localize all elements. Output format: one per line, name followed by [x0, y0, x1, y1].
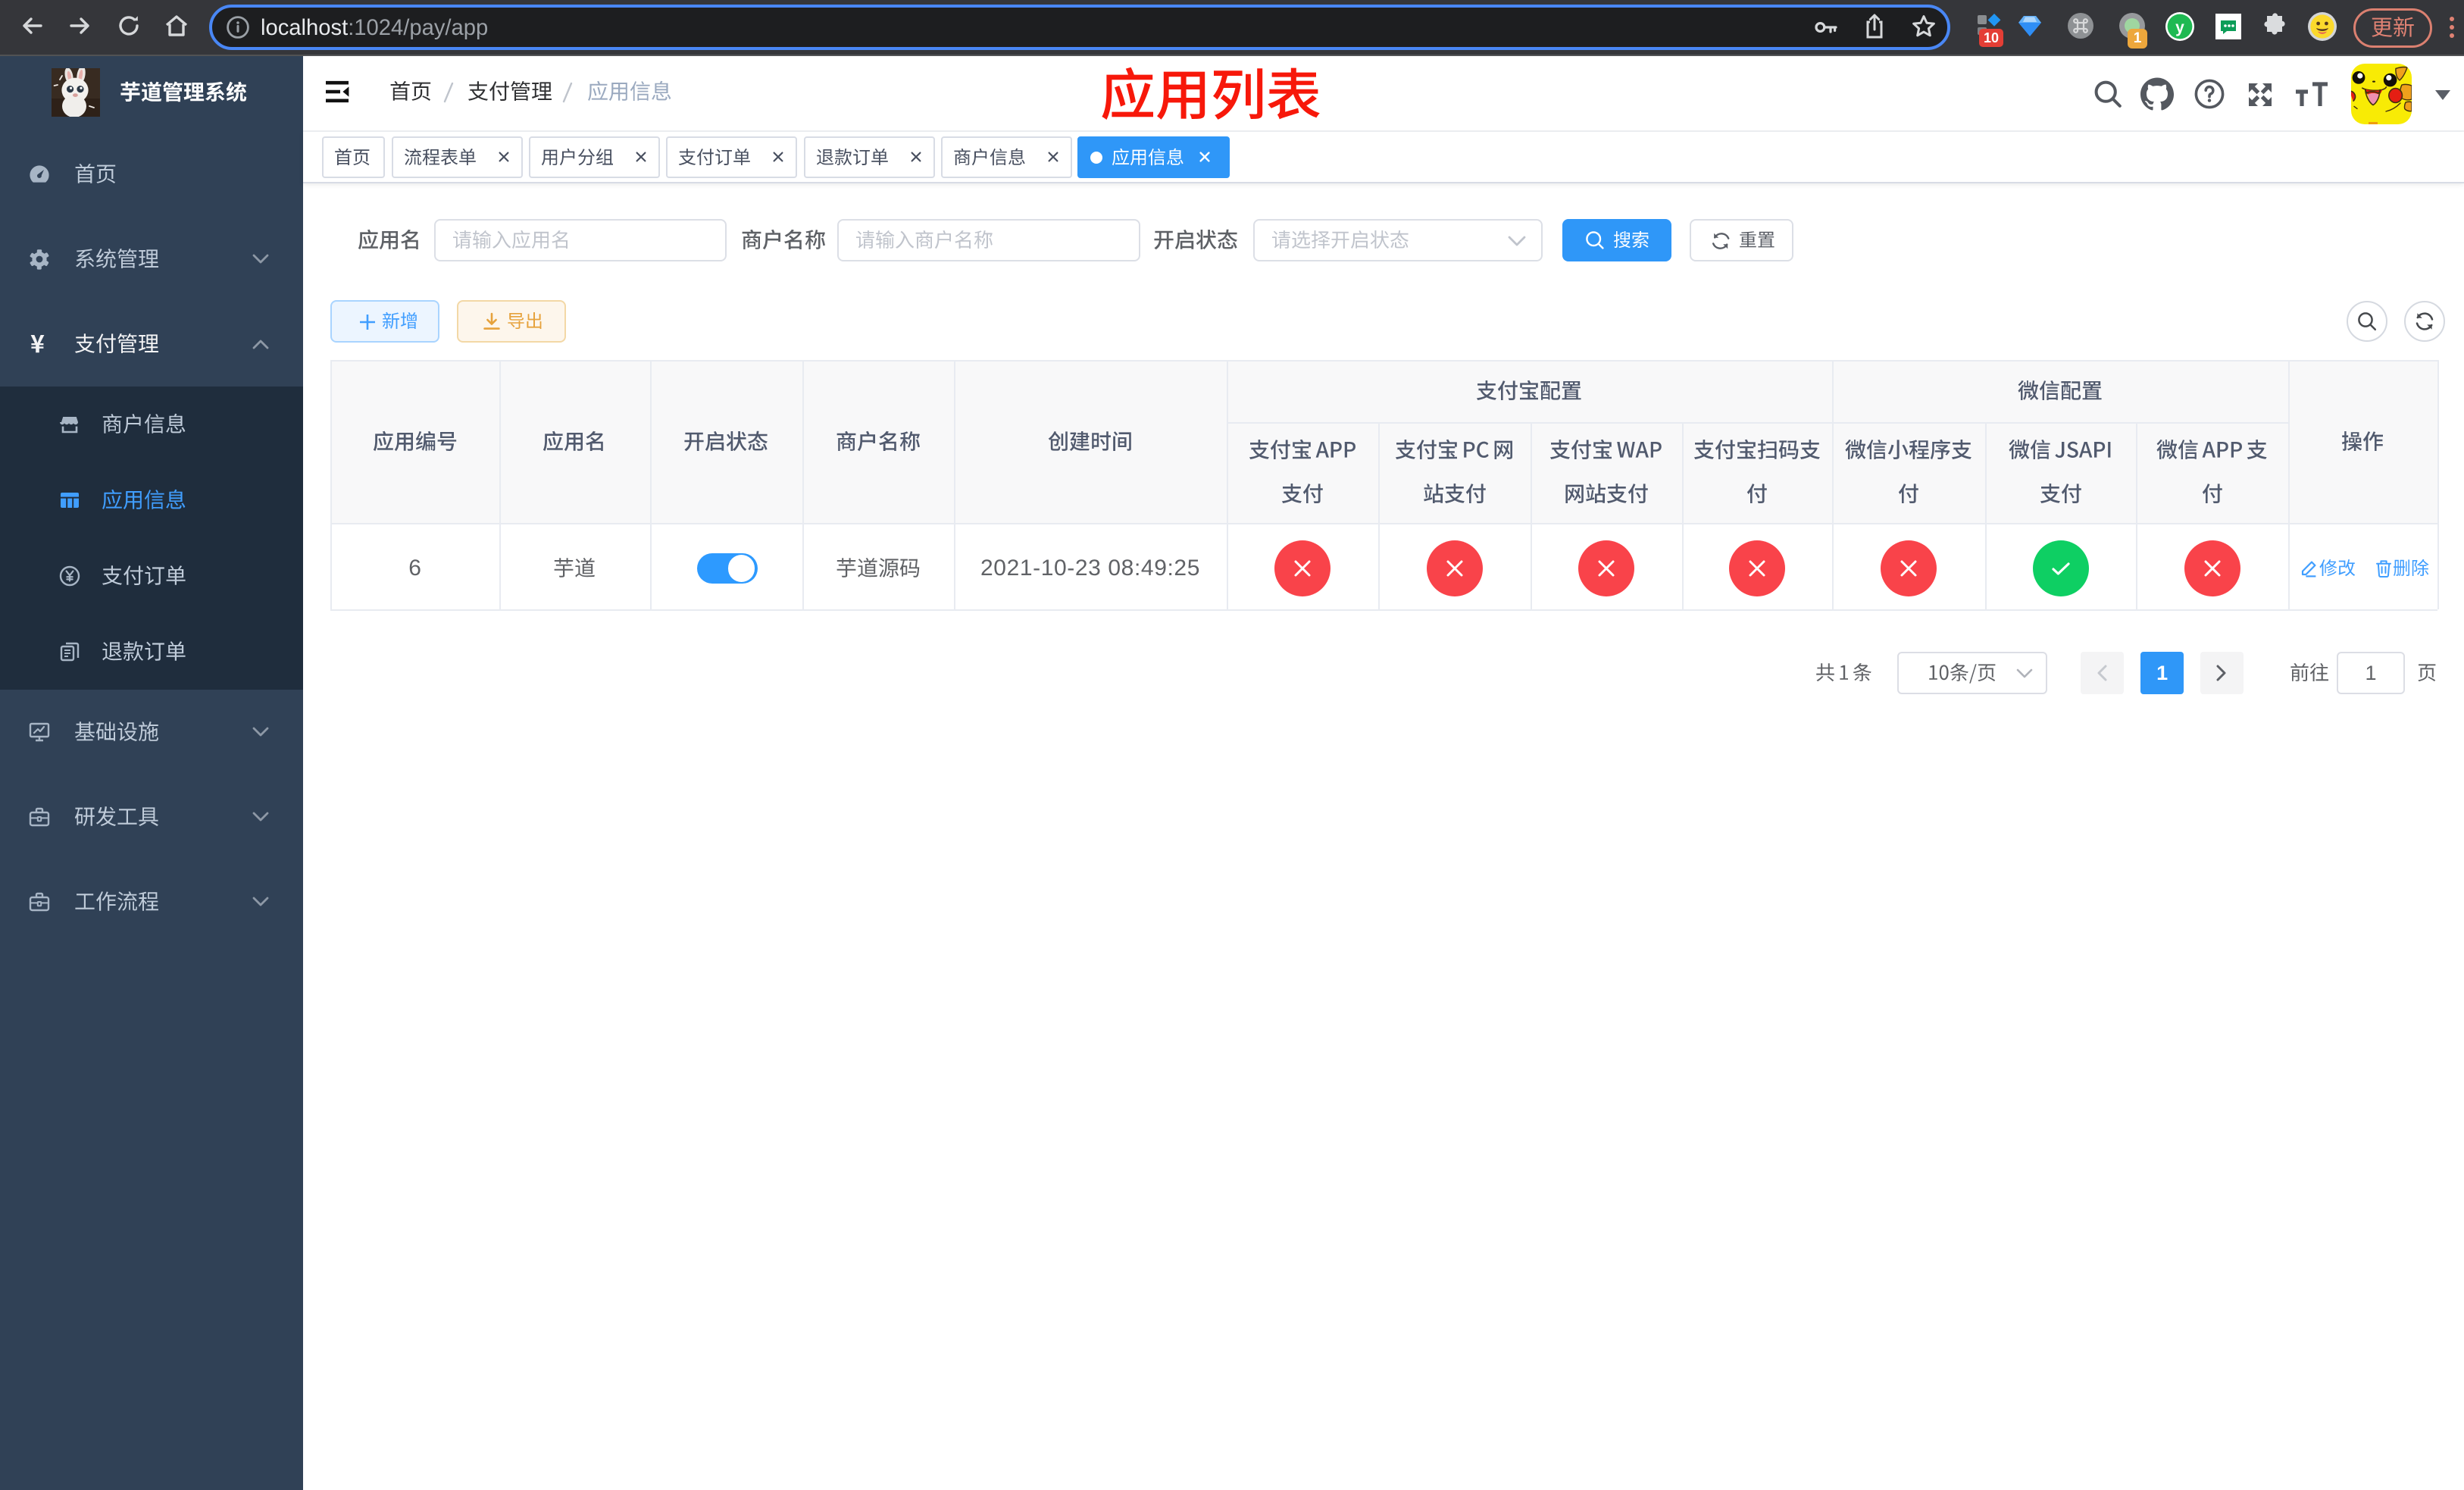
- svg-text:y: y: [2175, 19, 2184, 36]
